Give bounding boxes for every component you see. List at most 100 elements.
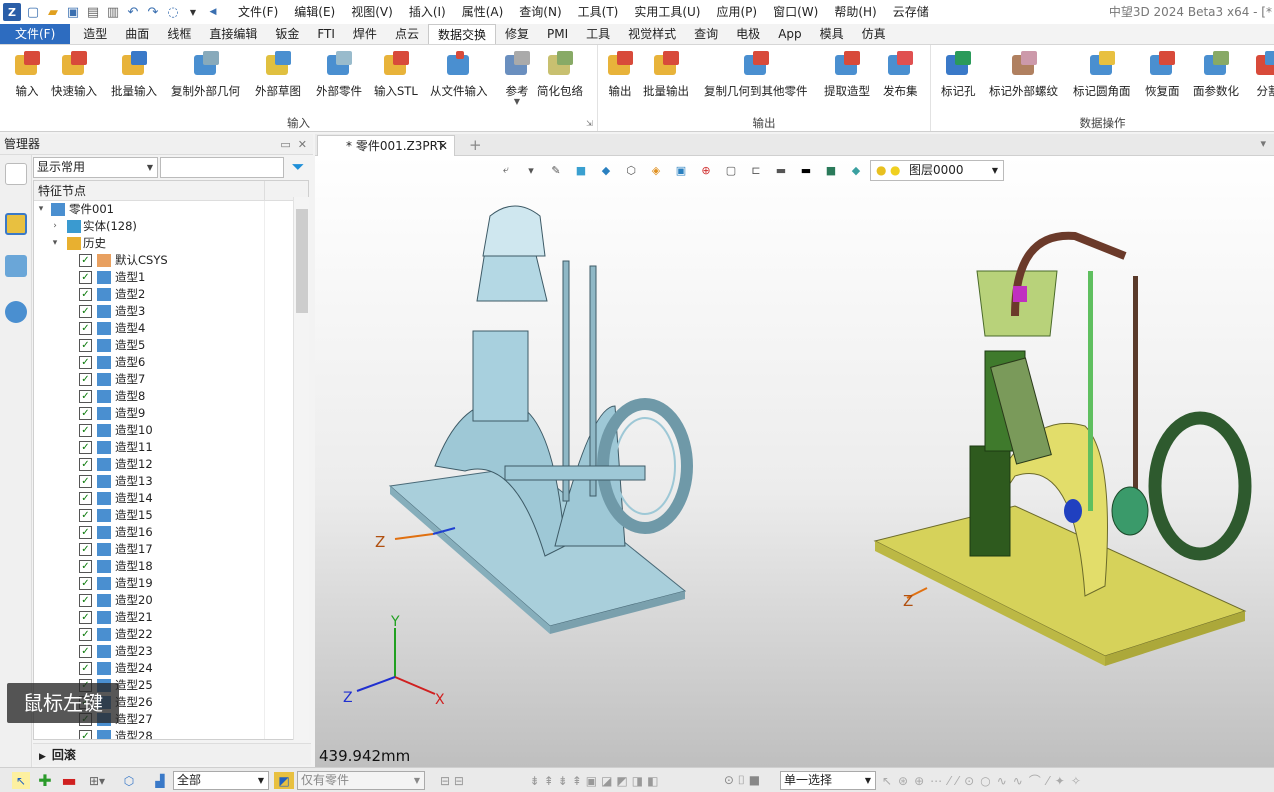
tab-sheet-metal[interactable]: 钣金 [266,24,308,44]
feature-row[interactable]: ✓ 造型13 [34,473,308,490]
restore-face-button[interactable]: 恢复面 [1145,49,1180,99]
feature-row[interactable]: ✓ 造型19 [34,575,308,592]
menu-attribute[interactable]: 属性(A) [454,0,512,24]
customize-dropdown-icon[interactable]: ▼ [184,3,202,21]
menu-cloud[interactable]: 云存储 [885,0,937,24]
add-icon[interactable]: ✚ [36,771,54,790]
tab-surface[interactable]: 曲面 [116,24,158,44]
tab-modeling[interactable]: 造型 [74,24,116,44]
feature-row[interactable]: ✓ 造型4 [34,320,308,337]
expand-arrow-icon[interactable]: ▾ [36,201,46,218]
tree-solid[interactable]: › 实体(128) [34,218,308,235]
pick-cursor-icon[interactable]: ↖ [12,772,30,789]
visibility-checkbox[interactable]: ✓ [79,322,92,335]
feature-row[interactable]: ✓ 造型8 [34,388,308,405]
visibility-checkbox[interactable]: ✓ [79,526,92,539]
visibility-checkbox[interactable]: ✓ [79,577,92,590]
tab-list-icon[interactable]: ▾ [1260,137,1266,150]
feature-row[interactable]: ✓ 造型20 [34,592,308,609]
tab-data-exchange[interactable]: 数据交换 [427,24,496,44]
visibility-checkbox[interactable]: ✓ [79,305,92,318]
tab-visual-style[interactable]: 视觉样式 [619,24,685,44]
only-parts-select[interactable]: 仅有零件 ▼ [297,771,425,790]
menu-utility[interactable]: 实用工具(U) [626,0,708,24]
visibility-checkbox[interactable]: ✓ [79,407,92,420]
visibility-checkbox[interactable]: ✓ [79,424,92,437]
visibility-checkbox[interactable]: ✓ [79,543,92,556]
tab-wireframe[interactable]: 线框 [158,24,200,44]
import-button[interactable]: 输入 [12,49,42,99]
menu-tools[interactable]: 工具(T) [570,0,627,24]
part-filter-icon[interactable]: ◩ [274,772,294,789]
reference-button[interactable]: 参考 ▼ [502,49,532,106]
visibility-checkbox[interactable]: ✓ [79,390,92,403]
visibility-checkbox[interactable]: ✓ [79,509,92,522]
external-sketch-button[interactable]: 外部草图 [255,49,301,99]
tab-electrode[interactable]: 电极 [727,24,769,44]
tree-root[interactable]: ▾ 零件001 [34,201,308,218]
visibility-checkbox[interactable]: ✓ [79,645,92,658]
feature-row[interactable]: ✓ 造型2 [34,286,308,303]
tree-scrollbar-thumb[interactable] [296,209,308,313]
export-button[interactable]: 输出 [605,49,635,99]
group-expand-icon[interactable]: ⇲ [586,119,593,128]
pick-options-icon[interactable]: ⊞▾ [84,772,110,789]
feature-row[interactable]: ✓ 造型18 [34,558,308,575]
mark-external-thread-button[interactable]: 标记外部螺纹 [989,49,1058,99]
menu-edit[interactable]: 编辑(E) [286,0,343,24]
quick-import-button[interactable]: 快速输入 [51,49,97,99]
tab-fti[interactable]: FTI [308,24,344,44]
menu-window[interactable]: 窗口(W) [765,0,826,24]
feature-row[interactable]: ✓ 造型11 [34,439,308,456]
visibility-checkbox[interactable]: ✓ [79,356,92,369]
view-manager-icon[interactable] [5,255,27,277]
feature-row[interactable]: ✓ 造型14 [34,490,308,507]
repeat-icon[interactable]: ◌ [164,3,182,21]
feature-row[interactable]: ✓ 造型16 [34,524,308,541]
visibility-checkbox[interactable]: ✓ [79,339,92,352]
visibility-checkbox[interactable]: ✓ [79,594,92,607]
feature-row[interactable]: ✓ 造型7 [34,371,308,388]
simplify-wrap-button[interactable]: 简化包络 [537,49,583,99]
feature-row[interactable]: ✓ 造型3 [34,303,308,320]
visibility-checkbox[interactable]: ✓ [79,628,92,641]
new-tab-icon[interactable]: + [469,136,482,154]
filter-all-select[interactable]: 全部 ▼ [173,771,269,790]
import-from-file-button[interactable]: 从文件输入 [430,49,488,99]
close-icon[interactable]: ✕ [438,136,448,156]
visibility-checkbox[interactable]: ✓ [79,492,92,505]
publish-set-button[interactable]: 发布集 [883,49,918,99]
tree-csys[interactable]: ✓ 默认CSYS [34,252,308,269]
3d-viewport[interactable]: ⤶ ▾ ✎ ■ ◆ ⬡ ◈ ▣ ⊕ ▢ ⊏ ▬ ▬ ■ ◆ ● ● 图层0000… [315,156,1274,767]
feature-row[interactable]: ✓ 造型28 [34,728,308,739]
feature-row[interactable]: ✓ 造型24 [34,660,308,677]
document-tab[interactable]: * 零件001.Z3PRT ✕ [317,135,455,156]
history-manager-icon[interactable] [5,163,27,185]
tab-tools[interactable]: 工具 [577,24,619,44]
menu-apps[interactable]: 应用(P) [709,0,766,24]
mark-hole-button[interactable]: 标记孔 [941,49,976,99]
visibility-checkbox[interactable]: ✓ [79,475,92,488]
remove-icon[interactable]: ▬ [60,771,78,790]
menu-query[interactable]: 查询(N) [511,0,569,24]
tab-repair[interactable]: 修复 [496,24,538,44]
shape-select-icon[interactable]: ⬡ [120,772,138,789]
feature-row[interactable]: ✓ 造型12 [34,456,308,473]
tab-point-cloud[interactable]: 点云 [386,24,428,44]
tab-mold[interactable]: 模具 [811,24,853,44]
open-folder-icon[interactable]: ▰ [44,3,62,21]
entity-filter-icons[interactable]: ↖⊛⊕⋯⁄⁄⊙○∿∿⌒⁄✦✧ [882,772,1212,789]
visibility-checkbox[interactable]: ✓ [79,730,92,739]
rollback-bar[interactable]: ▶ 回滚 [33,743,311,765]
batch-import-button[interactable]: 批量输入 [111,49,157,99]
tree-scrollbar[interactable] [293,197,309,740]
redo-icon[interactable]: ↷ [144,3,162,21]
face-parameterize-button[interactable]: 面参数化 [1193,49,1239,99]
menu-file[interactable]: 文件(F) [230,0,286,24]
print-icon[interactable]: ▤ [84,3,102,21]
expand-arrow-icon[interactable]: ▾ [50,235,60,252]
feature-row[interactable]: ✓ 造型10 [34,422,308,439]
visibility-checkbox[interactable]: ✓ [79,560,92,573]
feature-row[interactable]: ✓ 造型1 [34,269,308,286]
copy-external-geometry-button[interactable]: 复制外部几何 [171,49,240,99]
